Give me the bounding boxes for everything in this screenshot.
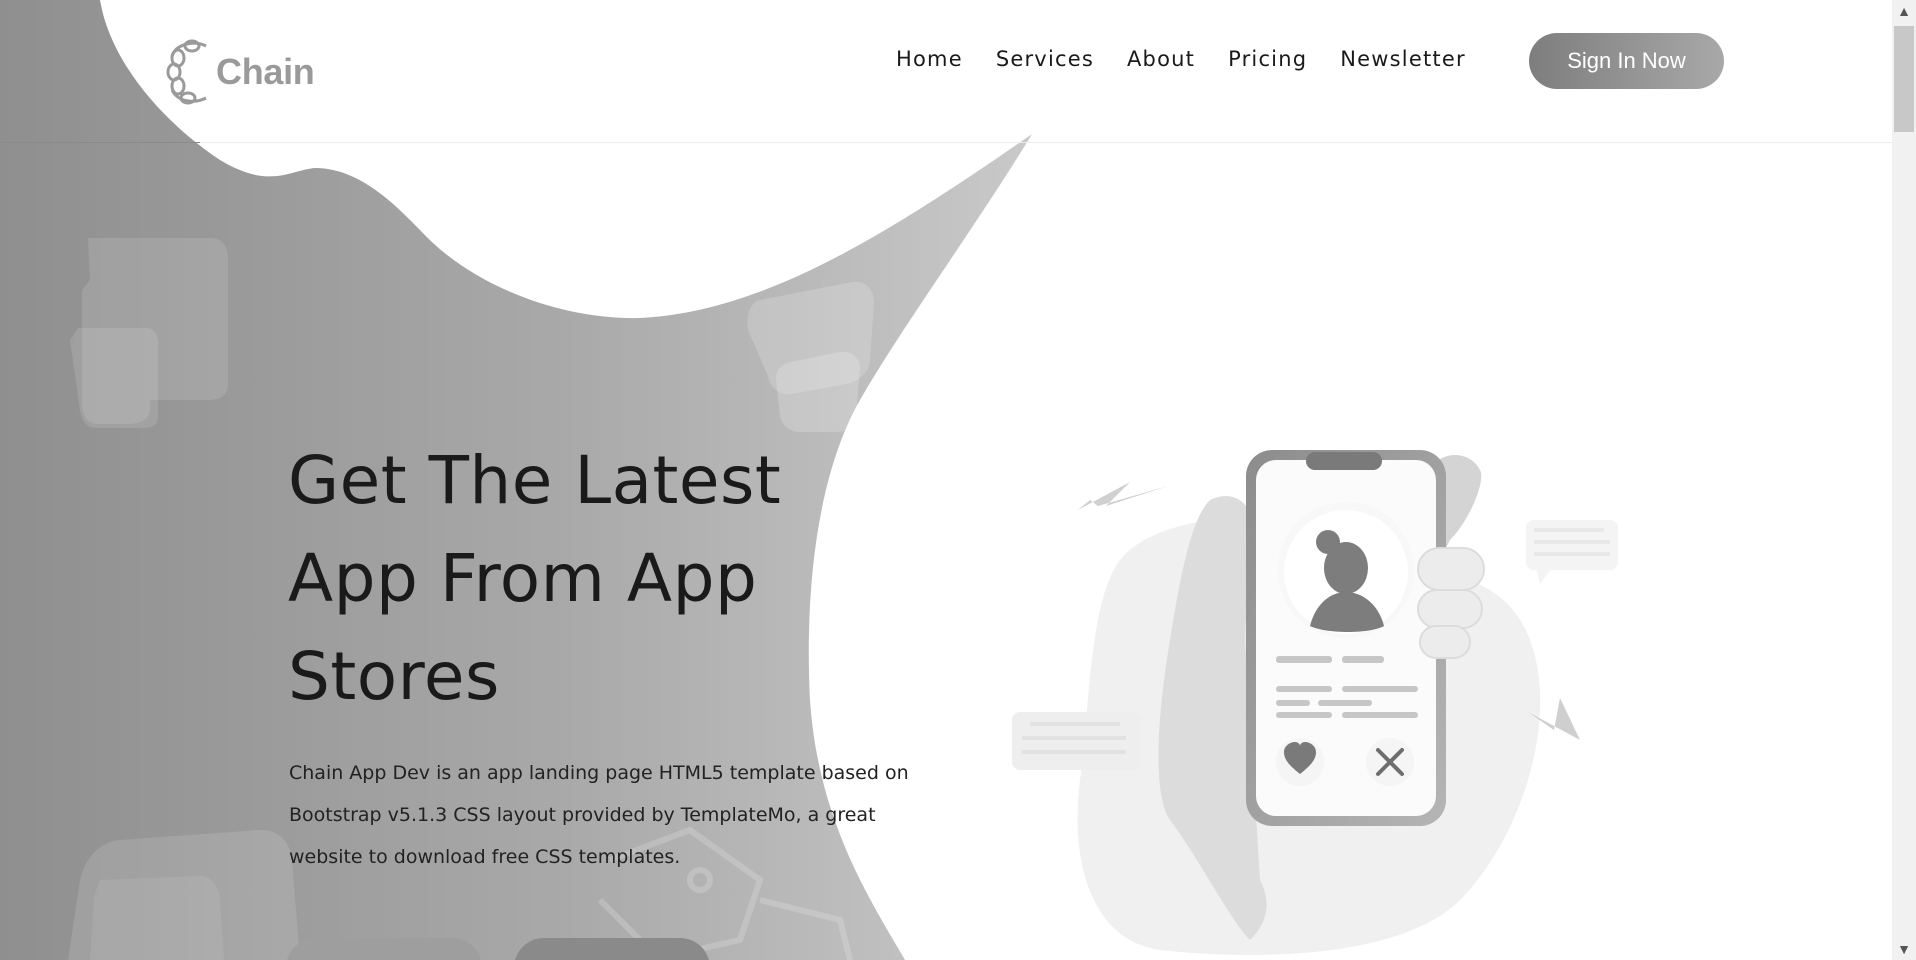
logo-text: Chain <box>216 51 315 92</box>
nav-about[interactable]: About <box>1127 47 1195 71</box>
play-store-button[interactable] <box>514 938 710 960</box>
chain-logo-icon <box>166 39 207 105</box>
nav-pricing[interactable]: Pricing <box>1228 47 1307 71</box>
hero-title-line-3: Stores <box>288 638 500 715</box>
nav-newsletter[interactable]: Newsletter <box>1340 47 1466 71</box>
header-divider <box>0 142 1892 143</box>
scroll-thumb[interactable] <box>1894 26 1914 132</box>
hero-description: Chain App Dev is an app landing page HTM… <box>289 762 909 868</box>
hero-title-line-2: App From App <box>288 540 758 617</box>
scroll-down-icon[interactable]: ▼ <box>1892 938 1916 960</box>
header-divider-left <box>0 142 200 143</box>
scrollbar[interactable]: ▲ ▼ <box>1892 0 1916 960</box>
scroll-up-icon[interactable]: ▲ <box>1892 0 1916 22</box>
app-store-button[interactable] <box>286 938 482 960</box>
page: Chain Home Services About Pricing Newsle… <box>0 0 1916 960</box>
phone-illustration <box>1012 450 1618 955</box>
nav-home[interactable]: Home <box>896 47 963 71</box>
hero-title-line-1: Get The Latest <box>288 442 782 519</box>
hero-title: Get The Latest App From App Stores <box>288 432 848 726</box>
main-nav: Home Services About Pricing Newsletter <box>896 47 1499 71</box>
sign-in-button[interactable]: Sign In Now <box>1529 33 1724 89</box>
nav-services[interactable]: Services <box>996 47 1094 71</box>
logo[interactable]: Chain <box>166 38 315 106</box>
